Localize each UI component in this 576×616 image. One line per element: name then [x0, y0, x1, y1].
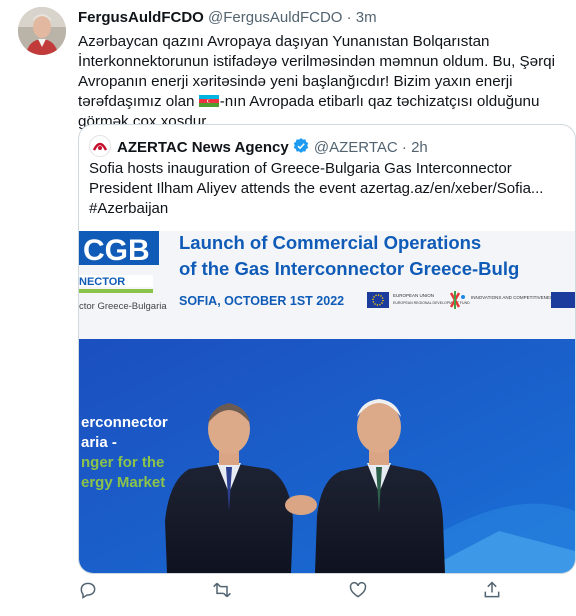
timestamp[interactable]: 3m — [356, 9, 377, 26]
headline-2: of the Gas Interconnector Greece-Bulg — [179, 258, 519, 279]
innov-text: INNOVATIONS AND COMPETITIVENESS — [471, 295, 556, 300]
logo-sub: NECTOR — [79, 276, 125, 288]
quoted-tweet[interactable]: AZERTAC News Agency @AZERTAC · 2h Sofia … — [78, 124, 576, 574]
retweet-icon[interactable] — [212, 580, 234, 602]
headline-1: Launch of Commercial Operations — [179, 232, 481, 253]
handshake — [285, 495, 317, 515]
quote-handle[interactable]: @AZERTAC — [314, 139, 398, 156]
tweet-header: FergusAuldFCDO @FergusAuldFCDO · 3m — [78, 9, 377, 26]
quote-text: Sofia hosts inauguration of Greece-Bulga… — [89, 159, 567, 219]
logo-caption: ctor Greece-Bulgaria — [79, 301, 167, 312]
tweet[interactable]: FergusAuldFCDO @FergusAuldFCDO · 3m Azər… — [0, 0, 576, 616]
quote-header: AZERTAC News Agency @AZERTAC · 2h — [89, 135, 428, 159]
azertac-logo-icon — [89, 135, 111, 157]
separator: · — [346, 9, 352, 26]
quote-line-1: Sofia hosts inauguration of Greece-Bulga… — [89, 160, 512, 177]
eu-flag-icon — [367, 292, 389, 308]
tweet-text: Azərbaycan qazını Avropaya daşıyan Yunan… — [78, 32, 570, 132]
share-icon[interactable] — [482, 580, 504, 602]
logo-text: CGB — [83, 234, 150, 267]
quote-hashtag[interactable]: #Azerbaijan — [89, 199, 567, 219]
banner-2: aria - — [81, 434, 117, 451]
banner-1: erconnector — [81, 414, 168, 431]
quote-separator: · — [401, 139, 407, 156]
avatar[interactable] — [18, 7, 66, 55]
quote-line-2[interactable]: President Ilham Aliyev attends the event… — [89, 179, 567, 199]
action-bar — [0, 580, 576, 610]
eu-text: EUROPEAN UNION — [393, 293, 434, 298]
azerbaijan-flag-icon — [198, 93, 219, 107]
quote-display-name[interactable]: AZERTAC News Agency — [117, 139, 289, 156]
banner-3: nger for the — [81, 454, 164, 471]
quote-timestamp[interactable]: 2h — [411, 139, 428, 156]
like-icon[interactable] — [348, 580, 370, 602]
reply-icon[interactable] — [78, 580, 100, 602]
quote-media-image[interactable]: CGB NECTOR ctor Greece-Bulgaria Launch o… — [79, 231, 575, 573]
eu-flag-icon-2 — [551, 292, 575, 308]
verified-icon — [292, 137, 310, 159]
handle[interactable]: @FergusAuldFCDO — [208, 9, 342, 26]
banner-4: ergy Market — [81, 474, 165, 491]
display-name[interactable]: FergusAuldFCDO — [78, 9, 204, 26]
date-text: SOFIA, OCTOBER 1ST 2022 — [179, 294, 344, 308]
